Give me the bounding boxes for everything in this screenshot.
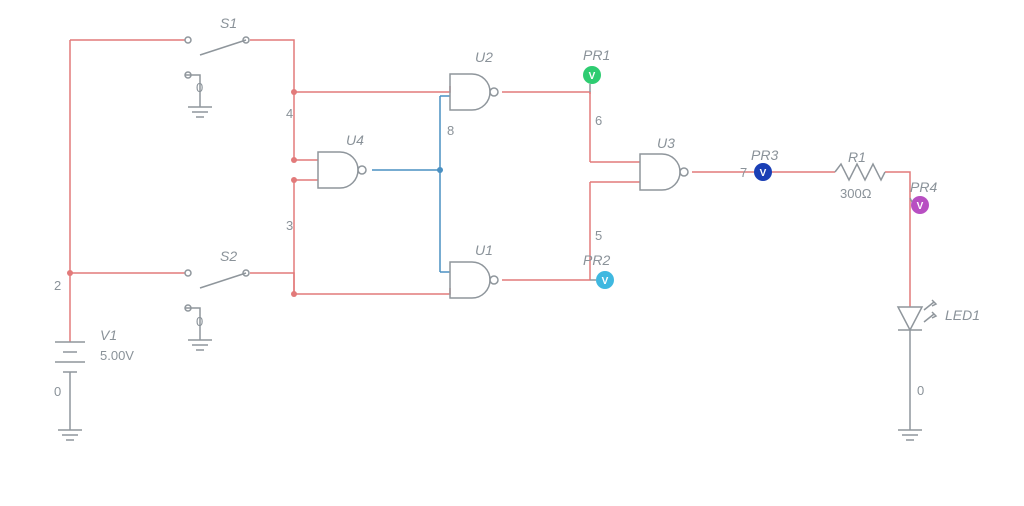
label-pr1: PR1 <box>583 47 610 63</box>
label-pr3: PR3 <box>751 147 778 163</box>
node-7: 7 <box>740 165 747 180</box>
battery-v1 <box>55 342 85 372</box>
node-6: 6 <box>595 113 602 128</box>
probe-pr2[interactable]: V <box>590 271 614 289</box>
switch-s2[interactable] <box>185 270 249 311</box>
node-0-bat: 0 <box>54 384 61 399</box>
label-s2: S2 <box>220 248 237 264</box>
node-8: 8 <box>447 123 454 138</box>
label-u3: U3 <box>657 135 675 151</box>
svg-text:V: V <box>602 276 609 287</box>
node-4: 4 <box>286 106 293 121</box>
label-pr4: PR4 <box>910 179 937 195</box>
node-0-s1: 0 <box>196 80 203 95</box>
gate-u1 <box>450 262 498 298</box>
node-0-led: 0 <box>917 383 924 398</box>
probe-pr4[interactable]: V <box>910 196 929 214</box>
circuit-schematic: V V V V S1 S2 U4 U2 U1 U3 R1 300Ω LED1 V… <box>0 0 1024 506</box>
node-3: 3 <box>286 218 293 233</box>
gate-u3 <box>640 154 688 190</box>
label-u1: U1 <box>475 242 493 258</box>
switch-s1[interactable] <box>185 37 249 78</box>
node-2: 2 <box>54 278 61 293</box>
led-led1 <box>898 300 936 338</box>
label-u2: U2 <box>475 49 493 65</box>
label-v1: V1 <box>100 327 117 343</box>
svg-text:V: V <box>589 71 596 82</box>
resistor-r1 <box>835 164 885 180</box>
value-r1: 300Ω <box>840 186 872 201</box>
label-u4: U4 <box>346 132 364 148</box>
probe-pr3[interactable]: V <box>754 163 772 181</box>
gate-u2 <box>450 74 498 110</box>
gate-u4 <box>318 152 366 188</box>
node-0-s2: 0 <box>196 314 203 329</box>
probe-pr1[interactable]: V <box>583 66 601 92</box>
node-5: 5 <box>595 228 602 243</box>
value-v1: 5.00V <box>100 348 134 363</box>
label-s1: S1 <box>220 15 237 31</box>
svg-text:V: V <box>917 201 924 212</box>
svg-text:V: V <box>760 168 767 179</box>
label-pr2: PR2 <box>583 252 610 268</box>
label-led1: LED1 <box>945 307 980 323</box>
label-r1: R1 <box>848 149 866 165</box>
